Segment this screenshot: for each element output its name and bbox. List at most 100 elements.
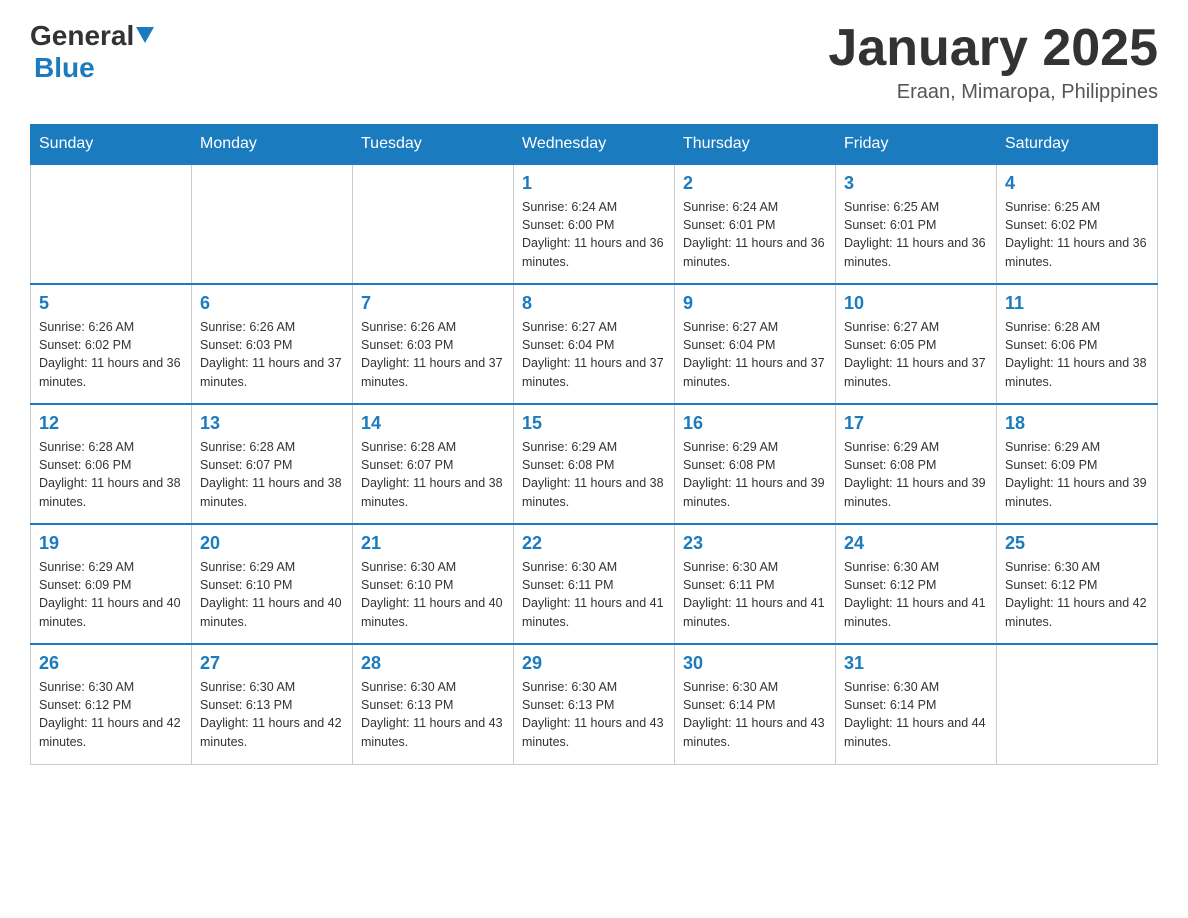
calendar-cell: 20Sunrise: 6:29 AMSunset: 6:10 PMDayligh… <box>192 524 353 644</box>
day-info: Sunrise: 6:29 AMSunset: 6:10 PMDaylight:… <box>200 558 344 631</box>
header-sunday: Sunday <box>31 125 192 165</box>
header-thursday: Thursday <box>675 125 836 165</box>
day-info: Sunrise: 6:27 AMSunset: 6:04 PMDaylight:… <box>683 318 827 391</box>
day-number: 7 <box>361 293 505 314</box>
day-info: Sunrise: 6:30 AMSunset: 6:13 PMDaylight:… <box>522 678 666 751</box>
day-info: Sunrise: 6:26 AMSunset: 6:03 PMDaylight:… <box>200 318 344 391</box>
logo: General Blue <box>30 20 154 84</box>
day-info: Sunrise: 6:29 AMSunset: 6:09 PMDaylight:… <box>1005 438 1149 511</box>
day-info: Sunrise: 6:29 AMSunset: 6:08 PMDaylight:… <box>683 438 827 511</box>
calendar-cell: 11Sunrise: 6:28 AMSunset: 6:06 PMDayligh… <box>997 284 1158 404</box>
day-info: Sunrise: 6:27 AMSunset: 6:05 PMDaylight:… <box>844 318 988 391</box>
day-number: 8 <box>522 293 666 314</box>
calendar-cell: 22Sunrise: 6:30 AMSunset: 6:11 PMDayligh… <box>514 524 675 644</box>
day-number: 26 <box>39 653 183 674</box>
calendar-cell: 25Sunrise: 6:30 AMSunset: 6:12 PMDayligh… <box>997 524 1158 644</box>
calendar-cell: 30 Sunrise: 6:30 AMSunset: 6:14 PMDayligh… <box>675 644 836 764</box>
day-info: Sunrise: 6:26 AMSunset: 6:03 PMDaylight:… <box>361 318 505 391</box>
day-info: Sunrise: 6:30 AMSunset: 6:14 PMDaylight:… <box>844 678 988 751</box>
calendar-cell: 3 Sunrise: 6:25 AMSunset: 6:01 PMDaylight… <box>836 164 997 284</box>
day-number: 27 <box>200 653 344 674</box>
calendar-cell: 17 Sunrise: 6:29 AMSunset: 6:08 PMDayligh… <box>836 404 997 524</box>
logo-blue: Blue <box>34 52 95 83</box>
day-number: 4 <box>1005 173 1149 194</box>
day-number: 3 <box>844 173 988 194</box>
day-number: 10 <box>844 293 988 314</box>
calendar-cell: 24Sunrise: 6:30 AMSunset: 6:12 PMDayligh… <box>836 524 997 644</box>
day-info: Sunrise: 6:30 AMSunset: 6:11 PMDaylight:… <box>683 558 827 631</box>
calendar-body: 1Sunrise: 6:24 AMSunset: 6:00 PMDaylight… <box>31 164 1158 764</box>
day-number: 9 <box>683 293 827 314</box>
calendar-header: SundayMondayTuesdayWednesdayThursdayFrid… <box>31 125 1158 165</box>
logo-text: General Blue <box>30 20 154 84</box>
day-info: Sunrise: 6:30 AMSunset: 6:13 PMDaylight:… <box>361 678 505 751</box>
day-info: Sunrise: 6:25 AMSunset: 6:01 PMDaylight:… <box>844 198 988 271</box>
logo-triangle-icon <box>136 27 154 43</box>
day-info: Sunrise: 6:30 AMSunset: 6:12 PMDaylight:… <box>39 678 183 751</box>
day-info: Sunrise: 6:25 AMSunset: 6:02 PMDaylight:… <box>1005 198 1149 271</box>
day-number: 30 <box>683 653 827 674</box>
day-info: Sunrise: 6:30 AMSunset: 6:13 PMDaylight:… <box>200 678 344 751</box>
day-info: Sunrise: 6:29 AMSunset: 6:09 PMDaylight:… <box>39 558 183 631</box>
header-friday: Friday <box>836 125 997 165</box>
calendar-cell: 18 Sunrise: 6:29 AMSunset: 6:09 PMDayligh… <box>997 404 1158 524</box>
day-info: Sunrise: 6:27 AMSunset: 6:04 PMDaylight:… <box>522 318 666 391</box>
calendar-cell: 13 Sunrise: 6:28 AMSunset: 6:07 PMDayligh… <box>192 404 353 524</box>
calendar-title: January 2025 <box>828 20 1158 77</box>
calendar-cell: 29Sunrise: 6:30 AMSunset: 6:13 PMDayligh… <box>514 644 675 764</box>
calendar-cell: 28 Sunrise: 6:30 AMSunset: 6:13 PMDayligh… <box>353 644 514 764</box>
day-number: 22 <box>522 533 666 554</box>
day-info: Sunrise: 6:28 AMSunset: 6:07 PMDaylight:… <box>200 438 344 511</box>
calendar-cell: 1Sunrise: 6:24 AMSunset: 6:00 PMDaylight… <box>514 164 675 284</box>
header-wednesday: Wednesday <box>514 125 675 165</box>
page-header: General Blue January 2025 Eraan, Mimarop… <box>30 20 1158 104</box>
calendar-cell <box>31 164 192 284</box>
day-number: 14 <box>361 413 505 434</box>
calendar-cell: 12Sunrise: 6:28 AMSunset: 6:06 PMDayligh… <box>31 404 192 524</box>
day-info: Sunrise: 6:29 AMSunset: 6:08 PMDaylight:… <box>522 438 666 511</box>
day-info: Sunrise: 6:30 AMSunset: 6:14 PMDaylight:… <box>683 678 827 751</box>
calendar-cell: 23 Sunrise: 6:30 AMSunset: 6:11 PMDayligh… <box>675 524 836 644</box>
day-number: 17 <box>844 413 988 434</box>
calendar-subtitle: Eraan, Mimaropa, Philippines <box>828 81 1158 104</box>
calendar-week-row: 12Sunrise: 6:28 AMSunset: 6:06 PMDayligh… <box>31 404 1158 524</box>
header-saturday: Saturday <box>997 125 1158 165</box>
day-number: 18 <box>1005 413 1149 434</box>
calendar-cell: 9 Sunrise: 6:27 AMSunset: 6:04 PMDaylight… <box>675 284 836 404</box>
calendar-week-row: 26 Sunrise: 6:30 AMSunset: 6:12 PMDayligh… <box>31 644 1158 764</box>
calendar-cell: 8 Sunrise: 6:27 AMSunset: 6:04 PMDaylight… <box>514 284 675 404</box>
day-number: 6 <box>200 293 344 314</box>
day-number: 13 <box>200 413 344 434</box>
day-info: Sunrise: 6:28 AMSunset: 6:07 PMDaylight:… <box>361 438 505 511</box>
calendar-cell: 4 Sunrise: 6:25 AMSunset: 6:02 PMDaylight… <box>997 164 1158 284</box>
logo-general: General <box>30 20 134 52</box>
day-info: Sunrise: 6:30 AMSunset: 6:10 PMDaylight:… <box>361 558 505 631</box>
calendar-week-row: 1Sunrise: 6:24 AMSunset: 6:00 PMDaylight… <box>31 164 1158 284</box>
calendar-cell: 21Sunrise: 6:30 AMSunset: 6:10 PMDayligh… <box>353 524 514 644</box>
calendar-cell: 15 Sunrise: 6:29 AMSunset: 6:08 PMDayligh… <box>514 404 675 524</box>
calendar-cell: 5 Sunrise: 6:26 AMSunset: 6:02 PMDaylight… <box>31 284 192 404</box>
day-number: 31 <box>844 653 988 674</box>
day-number: 23 <box>683 533 827 554</box>
day-info: Sunrise: 6:30 AMSunset: 6:12 PMDaylight:… <box>1005 558 1149 631</box>
day-number: 16 <box>683 413 827 434</box>
day-number: 5 <box>39 293 183 314</box>
day-number: 24 <box>844 533 988 554</box>
header-tuesday: Tuesday <box>353 125 514 165</box>
day-info: Sunrise: 6:29 AMSunset: 6:08 PMDaylight:… <box>844 438 988 511</box>
day-number: 2 <box>683 173 827 194</box>
calendar-cell: 10 Sunrise: 6:27 AMSunset: 6:05 PMDayligh… <box>836 284 997 404</box>
day-number: 28 <box>361 653 505 674</box>
day-info: Sunrise: 6:24 AMSunset: 6:00 PMDaylight:… <box>522 198 666 271</box>
calendar-cell: 26 Sunrise: 6:30 AMSunset: 6:12 PMDayligh… <box>31 644 192 764</box>
day-number: 15 <box>522 413 666 434</box>
calendar-cell: 16 Sunrise: 6:29 AMSunset: 6:08 PMDayligh… <box>675 404 836 524</box>
day-info: Sunrise: 6:24 AMSunset: 6:01 PMDaylight:… <box>683 198 827 271</box>
calendar-cell: 27 Sunrise: 6:30 AMSunset: 6:13 PMDayligh… <box>192 644 353 764</box>
day-info: Sunrise: 6:28 AMSunset: 6:06 PMDaylight:… <box>1005 318 1149 391</box>
header-monday: Monday <box>192 125 353 165</box>
calendar-cell: 14 Sunrise: 6:28 AMSunset: 6:07 PMDayligh… <box>353 404 514 524</box>
day-info: Sunrise: 6:26 AMSunset: 6:02 PMDaylight:… <box>39 318 183 391</box>
calendar-cell <box>353 164 514 284</box>
title-section: January 2025 Eraan, Mimaropa, Philippine… <box>828 20 1158 104</box>
